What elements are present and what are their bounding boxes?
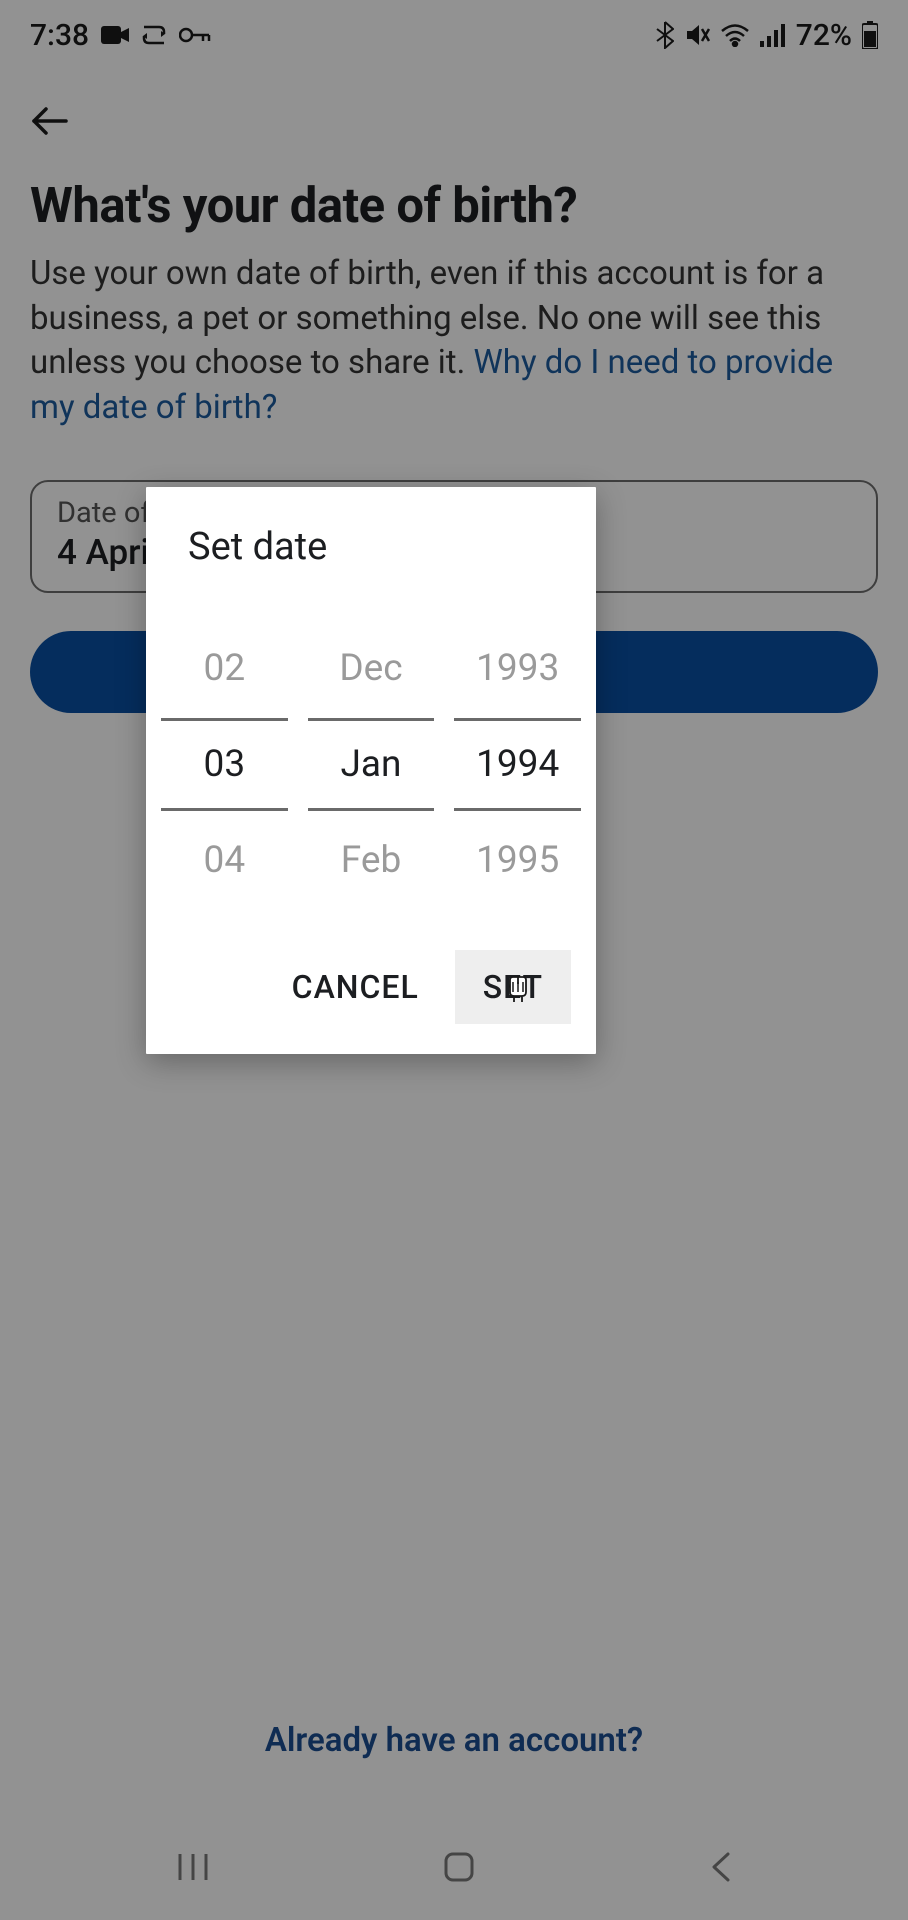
dialog-title: Set date	[146, 487, 596, 599]
day-prev[interactable]: 02	[161, 619, 288, 718]
date-picker: 02 03 04 Dec Jan Feb 1993 1994 1995	[146, 599, 596, 940]
cancel-button[interactable]: CANCEL	[264, 950, 447, 1024]
set-button[interactable]: SET	[455, 950, 571, 1024]
year-next[interactable]: 1995	[454, 811, 581, 910]
day-next[interactable]: 04	[161, 811, 288, 910]
month-next[interactable]: Feb	[308, 811, 435, 910]
year-prev[interactable]: 1993	[454, 619, 581, 718]
cursor-icon	[505, 974, 531, 1012]
month-selected[interactable]: Jan	[308, 718, 435, 811]
dialog-button-row: CANCEL SET	[146, 940, 596, 1054]
month-prev[interactable]: Dec	[308, 619, 435, 718]
year-selected[interactable]: 1994	[454, 718, 581, 811]
year-picker[interactable]: 1993 1994 1995	[454, 619, 581, 910]
day-picker[interactable]: 02 03 04	[161, 619, 288, 910]
month-picker[interactable]: Dec Jan Feb	[308, 619, 435, 910]
day-selected[interactable]: 03	[161, 718, 288, 811]
date-picker-dialog: Set date 02 03 04 Dec Jan Feb 1993 1994 …	[146, 487, 596, 1054]
